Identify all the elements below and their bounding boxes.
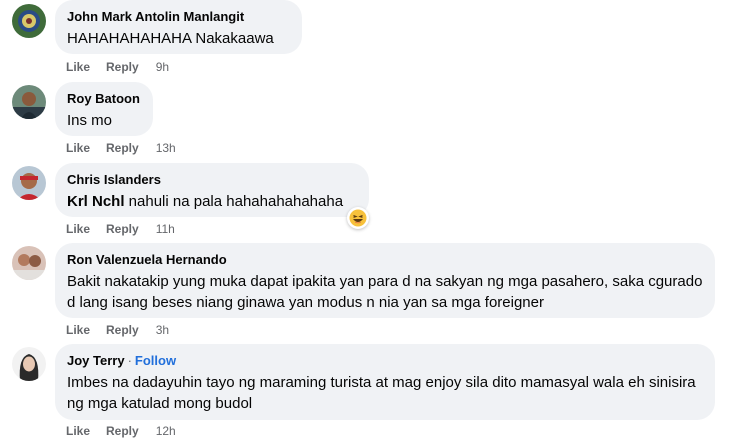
comment-actions: Like Reply 11h	[66, 222, 175, 236]
avatar[interactable]	[12, 166, 46, 200]
comment-text: Bakit nakatakip yung muka dapat ipakita …	[67, 273, 703, 311]
follow-button[interactable]: Follow	[135, 353, 176, 368]
separator-dot: ·	[127, 353, 132, 368]
commenter-name[interactable]: Chris Islanders	[67, 171, 357, 188]
like-button[interactable]: Like	[66, 222, 90, 236]
comment-actions: Like Reply 9h	[66, 60, 169, 74]
comment-bubble: Chris Islanders Krl Nchl nahuli na pala …	[55, 163, 369, 217]
like-button[interactable]: Like	[66, 424, 90, 438]
commenter-name[interactable]: Joy Terry	[67, 353, 125, 368]
comment-text: Imbes na dadayuhin tayo ng maraming turi…	[67, 374, 696, 412]
comment-timestamp[interactable]: 13h	[156, 141, 176, 155]
reply-button[interactable]: Reply	[106, 60, 139, 74]
comment-bubble: John Mark Antolin Manlangit HAHAHAHAHAHA…	[55, 0, 302, 54]
commenter-name[interactable]: John Mark Antolin Manlangit	[67, 8, 290, 25]
avatar[interactable]	[12, 4, 46, 38]
comment-actions: Like Reply 3h	[66, 323, 169, 337]
comment-timestamp[interactable]: 12h	[156, 424, 176, 438]
like-button[interactable]: Like	[66, 141, 90, 155]
comment-actions: Like Reply 12h	[66, 424, 176, 438]
comment-text: HAHAHAHAHAHA Nakakaawa	[67, 30, 274, 47]
comment-text-body: nahuli na pala hahahahahahaha	[124, 193, 344, 210]
comment-text: Krl Nchl nahuli na pala hahahahahahaha	[67, 191, 357, 212]
laughing-face-icon[interactable]	[347, 207, 369, 229]
comment-bubble: Joy Terry · Follow Imbes na dadayuhin tayo…	[55, 344, 715, 420]
comment-bubble: Ron Valenzuela Hernando Bakit nakatakip …	[55, 243, 715, 318]
commenter-name[interactable]: Ron Valenzuela Hernando	[67, 251, 703, 268]
comment-bubble: Roy Batoon Ins mo	[55, 82, 153, 136]
avatar[interactable]	[12, 85, 46, 119]
avatar[interactable]	[12, 246, 46, 280]
reply-button[interactable]: Reply	[106, 323, 139, 337]
comment-timestamp[interactable]: 11h	[156, 222, 175, 236]
comment-actions: Like Reply 13h	[66, 141, 176, 155]
like-button[interactable]: Like	[66, 60, 90, 74]
commenter-name-row: Joy Terry · Follow	[67, 352, 703, 369]
reply-button[interactable]: Reply	[106, 424, 139, 438]
comment-timestamp[interactable]: 3h	[156, 323, 169, 337]
comment-timestamp[interactable]: 9h	[156, 60, 169, 74]
reply-button[interactable]: Reply	[106, 222, 139, 236]
avatar[interactable]	[12, 347, 46, 381]
comment-text: Ins mo	[67, 112, 113, 129]
reply-button[interactable]: Reply	[106, 141, 139, 155]
like-button[interactable]: Like	[66, 323, 90, 337]
commenter-name[interactable]: Roy Batoon	[67, 90, 141, 107]
tagged-user[interactable]: Krl Nchl	[67, 193, 125, 210]
